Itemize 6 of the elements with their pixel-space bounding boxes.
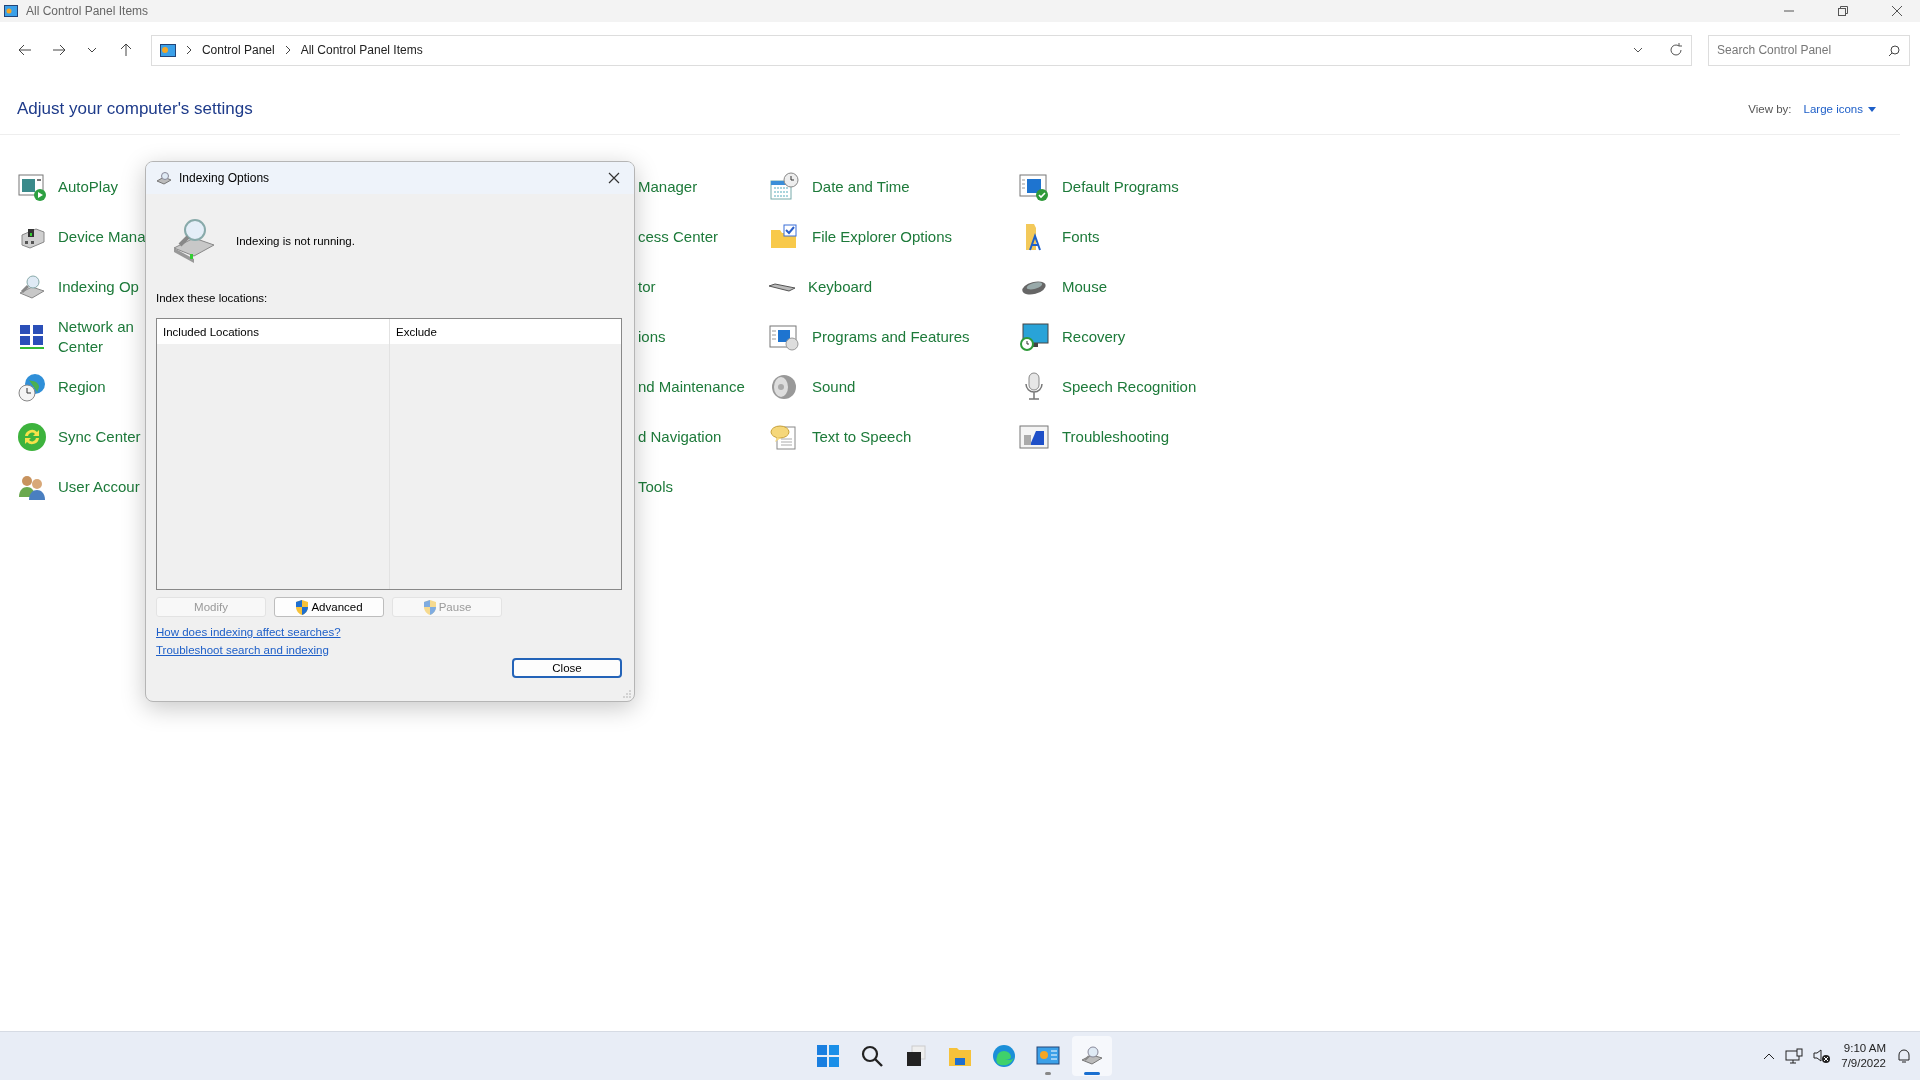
page-heading: Adjust your computer's settings	[17, 99, 253, 119]
window-title: All Control Panel Items	[26, 4, 149, 18]
status-text: Indexing is not running.	[236, 235, 355, 247]
locations-label: Index these locations:	[156, 292, 269, 304]
view-by-label: View by:	[1748, 103, 1792, 115]
dialog-title: Indexing Options	[179, 171, 270, 185]
